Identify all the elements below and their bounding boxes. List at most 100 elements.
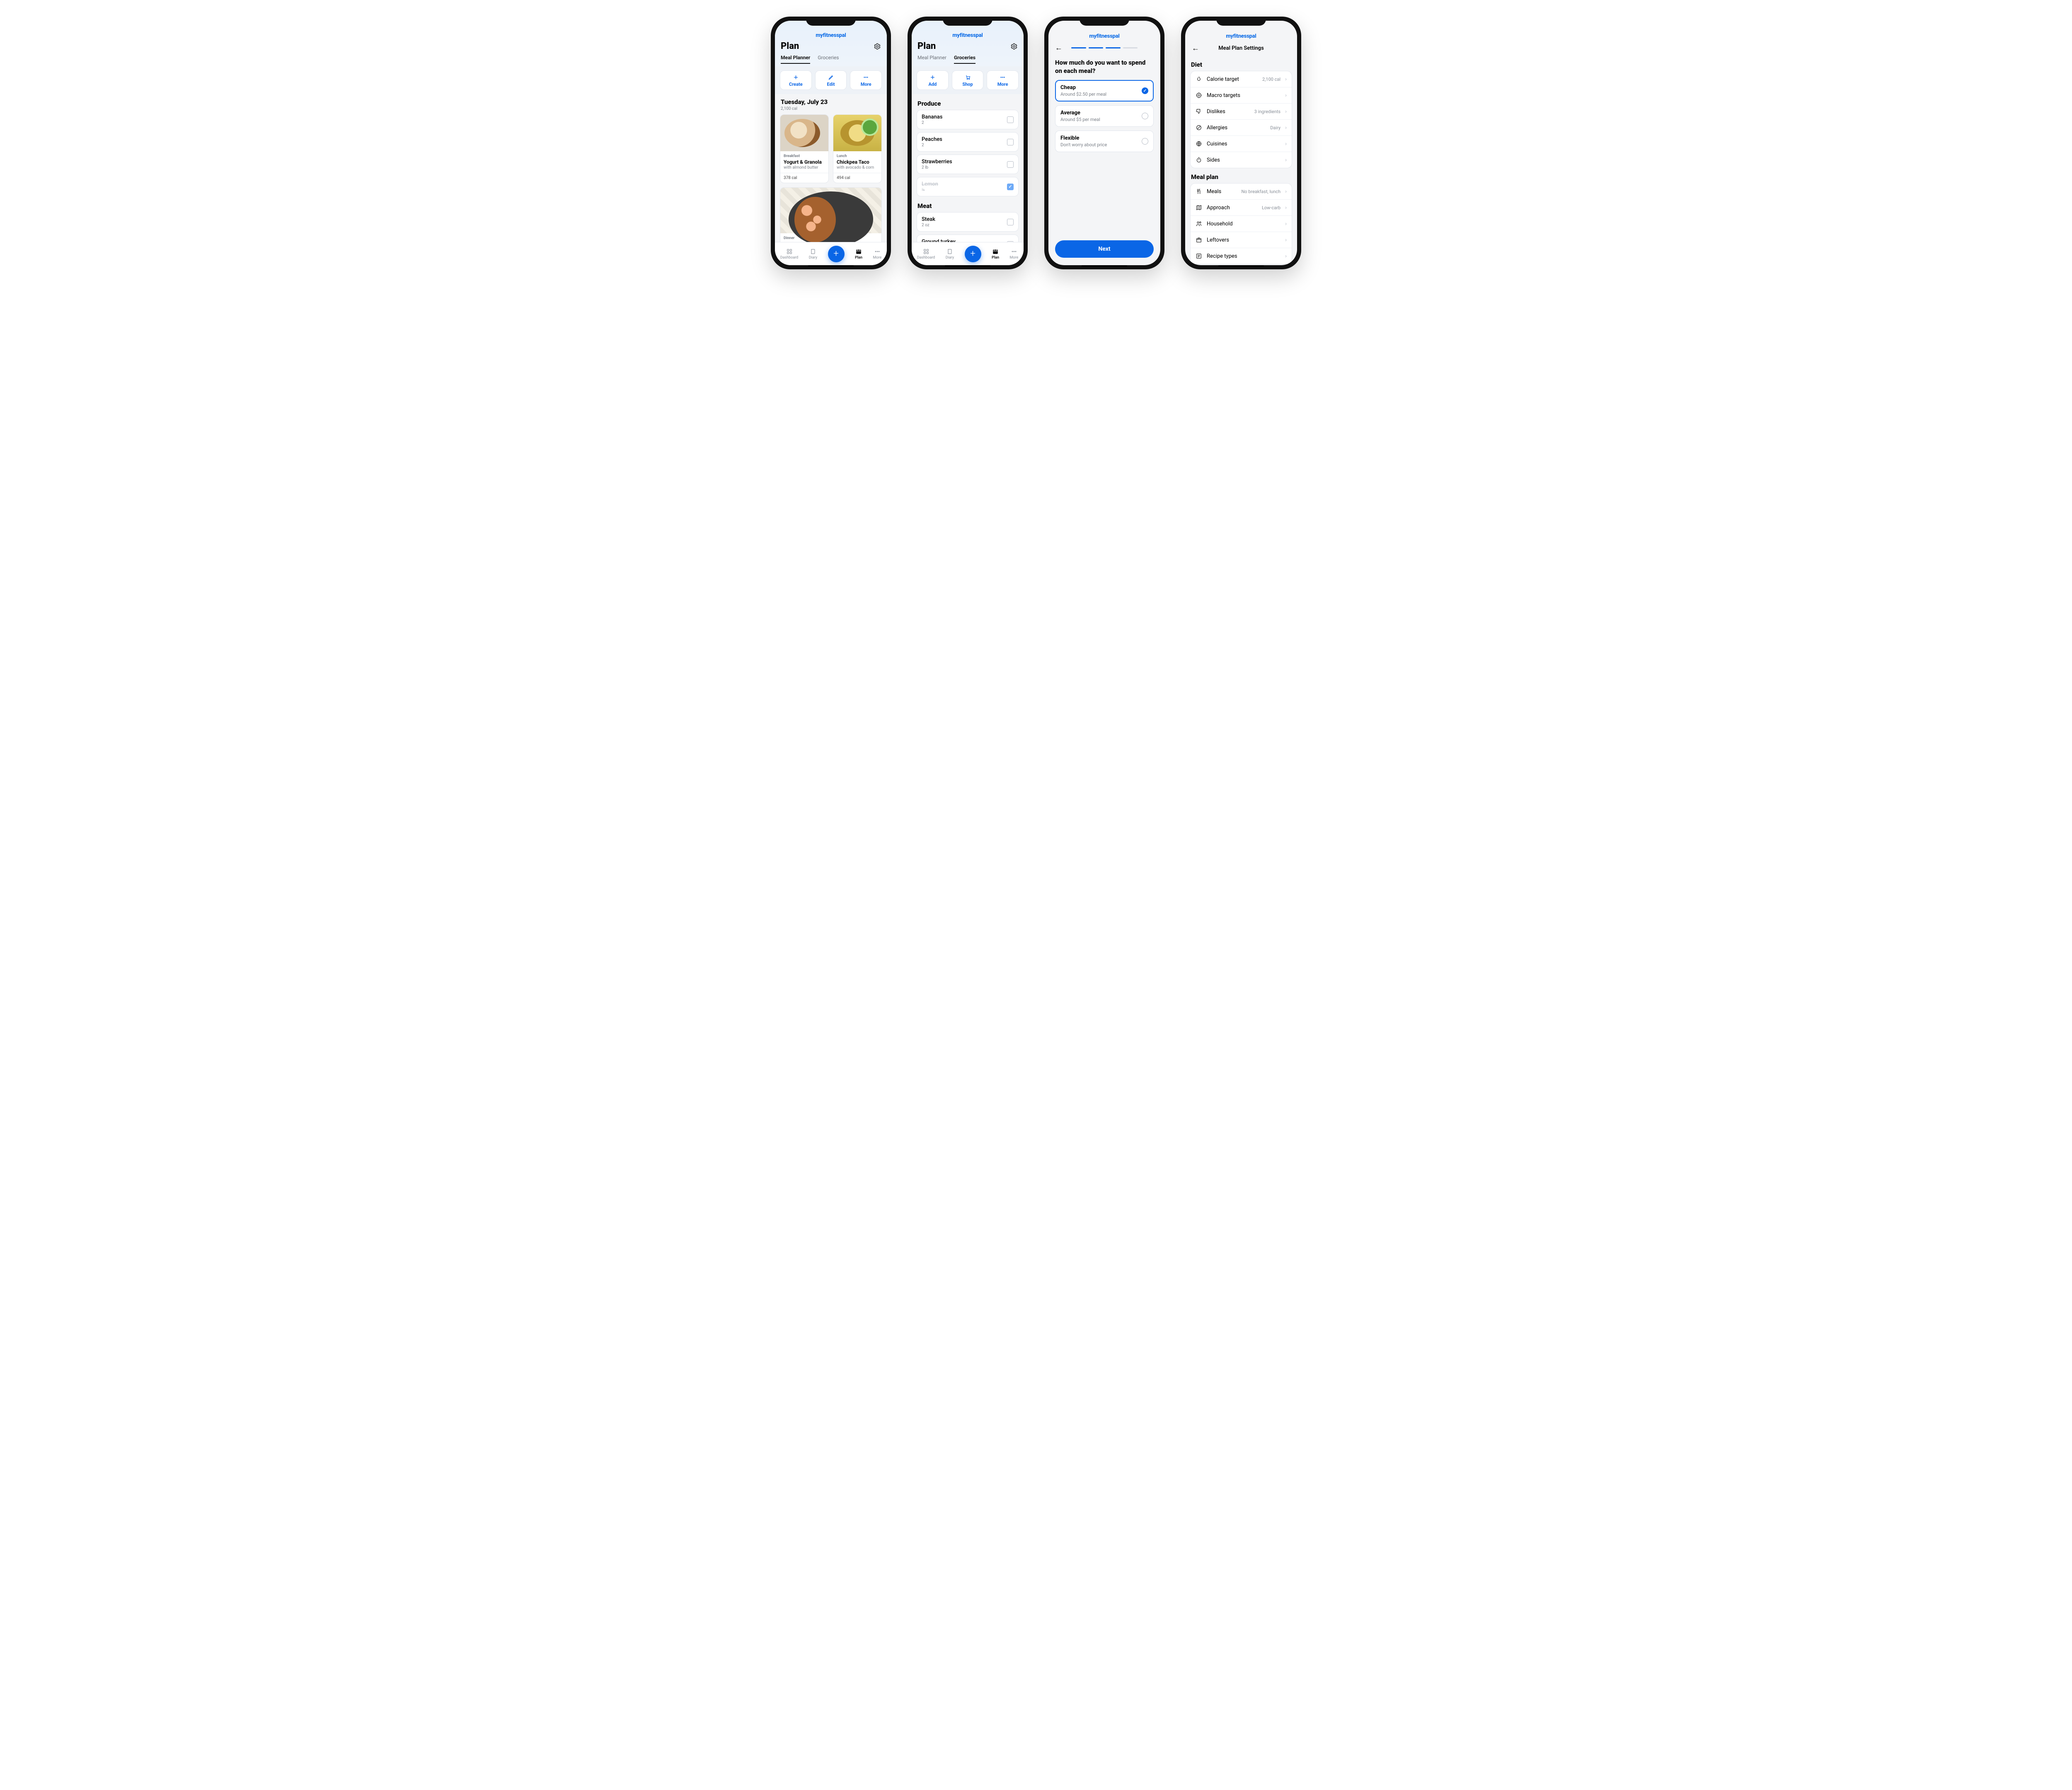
radio[interactable] [1142,113,1148,119]
settings-value: 3 ingredients [1254,109,1280,114]
grocery-section-title: Produce [917,100,1018,107]
meal-image [833,115,881,151]
nav-diary[interactable]: Diary [809,248,817,260]
dots-icon [874,248,881,255]
settings-row-leftovers[interactable]: Leftovers› [1191,232,1292,248]
meal-tag: Lunch [837,154,878,158]
nav-plan[interactable]: Plan [992,248,999,260]
grocery-item[interactable]: Bananas2 [917,110,1019,129]
brand-logo: myfitnesspal [1185,33,1297,39]
thumbdown-icon [1196,108,1202,115]
home-indicator[interactable] [945,265,990,267]
option-title: Cheap [1060,85,1106,91]
price-option[interactable]: CheapAround $2.50 per meal [1055,80,1154,102]
meal-card-dinner[interactable]: Dinner Shrimp Fried Rice [780,187,882,250]
fab-add[interactable]: + [828,246,845,262]
nav-plan[interactable]: Plan [855,248,862,260]
add-button[interactable]: Add [917,70,949,90]
create-button[interactable]: Create [780,70,812,90]
create-label: Create [789,82,803,87]
option-title: Average [1060,110,1100,116]
grocery-qty: 2 [922,121,942,125]
meal-desc: with almond butter [784,165,825,170]
gear-icon[interactable] [874,43,881,50]
settings-row-approach[interactable]: ApproachLow-carb› [1191,200,1292,216]
tab-groceries[interactable]: Groceries [818,55,839,64]
notch [943,17,992,26]
back-button[interactable]: ← [1055,44,1063,52]
next-button[interactable]: Next [1055,240,1154,258]
price-option[interactable]: FlexibleDon't worry about price [1055,131,1154,152]
calendar-icon [855,248,862,255]
slash-icon [1196,124,1202,131]
people-icon [1196,220,1202,227]
meal-name: Yogurt & Granola [784,159,825,165]
nav-dashboard[interactable]: Dashboard [917,248,935,260]
nav-dashboard[interactable]: Dashboard [780,248,799,260]
nav-diary[interactable]: Diary [946,248,954,260]
action-row: Add Shop More [912,66,1024,94]
grocery-qty: 2 [922,143,942,148]
checkbox[interactable] [1007,161,1014,168]
grocery-qty: 2 oz [922,223,935,227]
notch [1080,17,1129,26]
settings-row-allergies[interactable]: AllergiesDairy› [1191,120,1292,136]
tab-groceries[interactable]: Groceries [954,55,975,64]
chevron-right-icon: › [1285,205,1287,211]
meal-card-breakfast[interactable]: Breakfast Yogurt & Granola with almond b… [780,114,829,183]
checkbox[interactable] [1007,184,1014,190]
radio[interactable] [1142,87,1148,94]
settings-row-recipe-types[interactable]: Recipe types› [1191,248,1292,264]
radio[interactable] [1142,138,1148,145]
dots-icon [1011,248,1017,255]
checkbox[interactable] [1007,116,1014,123]
meal-name: Chickpea Taco [837,159,878,165]
settings-row-calorie-target[interactable]: Calorie target2,100 cal› [1191,71,1292,87]
price-option[interactable]: AverageAround $5 per meal [1055,105,1154,127]
meal-card-lunch[interactable]: Lunch Chickpea Taco with avocado & corn … [833,114,882,183]
settings-section-title: Meal plan [1191,173,1291,181]
onboarding-question: How much do you want to spend on each me… [1055,59,1154,75]
edit-button[interactable]: Edit [815,70,847,90]
more-button[interactable]: More [850,70,882,90]
more-button[interactable]: More [987,70,1019,90]
settings-row-sides[interactable]: Sides› [1191,152,1292,168]
settings-label: Household [1207,221,1276,227]
grocery-item[interactable]: Peaches2 [917,132,1019,152]
home-indicator[interactable] [808,265,854,267]
tab-meal-planner[interactable]: Meal Planner [781,55,810,64]
chevron-right-icon: › [1285,76,1287,82]
action-row: Create Edit More [775,66,887,94]
checkbox[interactable] [1007,219,1014,225]
nav-more[interactable]: More [873,248,882,260]
grocery-name: Steak [922,216,935,223]
settings-value: 2,100 cal [1262,77,1280,82]
shop-button[interactable]: Shop [952,70,984,90]
settings-row-household[interactable]: Household› [1191,216,1292,232]
fab-add[interactable]: + [965,246,981,262]
notch [1216,17,1266,26]
nav-more[interactable]: More [1010,248,1019,260]
grocery-item[interactable]: Steak2 oz [917,212,1019,232]
settings-row-dislikes[interactable]: Dislikes3 ingredients› [1191,104,1292,120]
gear-icon[interactable] [1010,43,1018,50]
chevron-right-icon: › [1285,109,1287,115]
settings-row-meals[interactable]: MealsNo breakfast, lunch› [1191,184,1292,200]
settings-row-macro-targets[interactable]: Macro targets› [1191,87,1292,104]
chevron-right-icon: › [1285,237,1287,243]
meal-tag: Breakfast [784,154,825,158]
grocery-item[interactable]: Lemon¼ [917,177,1019,196]
grocery-item[interactable]: Strawberries2 lb [917,155,1019,174]
option-title: Flexible [1060,135,1107,141]
meal-desc: with avocado & corn [837,165,878,170]
globe-icon [1196,140,1202,147]
settings-label: Allergies [1207,125,1266,131]
back-button[interactable]: ← [1192,44,1199,53]
home-indicator[interactable] [1218,265,1264,267]
tab-meal-planner[interactable]: Meal Planner [917,55,946,64]
option-subtitle: Don't worry about price [1060,142,1107,148]
checkbox[interactable] [1007,139,1014,145]
settings-row-cuisines[interactable]: Cuisines› [1191,136,1292,152]
meal-calories: 378 cal [780,173,828,183]
home-indicator[interactable] [1082,265,1127,267]
